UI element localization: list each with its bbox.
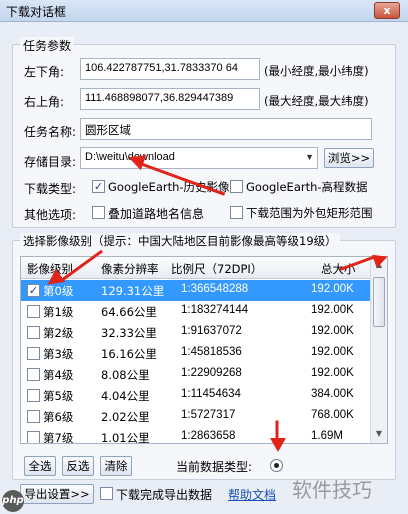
title-bar: 下载对话框 x (0, 0, 408, 22)
bottom-left-label: 左下角: (24, 65, 65, 79)
row-size: 192.00K (311, 346, 354, 358)
row-level: 第7级 (43, 431, 74, 444)
table-row[interactable]: 第6级 2.02公里 1:5727317 768.00K (21, 406, 371, 427)
row-size: 384.00K (311, 388, 354, 400)
row-size: 192.00K (311, 283, 354, 295)
row-resolution: 4.04公里 (101, 389, 150, 403)
storage-dir-label: 存储目录: (24, 155, 77, 169)
row-scale: 1:183274144 (181, 304, 249, 316)
storage-dir-combo[interactable]: D:\weitu\download ▼ (80, 147, 318, 169)
browse-button[interactable]: 浏览>> (324, 148, 374, 168)
scroll-down-icon[interactable]: ▼ (373, 429, 385, 441)
select-all-button[interactable]: 全选 (24, 456, 56, 476)
row-scale: 1:366548288 (181, 283, 249, 295)
top-right-label: 右上角: (24, 95, 65, 109)
bounding-rect-checkbox[interactable] (230, 206, 243, 219)
row-resolution: 8.08公里 (101, 368, 150, 382)
row-resolution: 129.31公里 (101, 284, 165, 298)
bounding-rect-label: 下载范围为外包矩形范围 (246, 206, 373, 220)
download-type-label: 下载类型: (24, 182, 77, 196)
levels-legend: 选择影像级别（提示：中国大陆地区目前影像最高等级19级） (20, 233, 340, 249)
export-settings-button[interactable]: 导出设置>> (20, 484, 94, 504)
row-checkbox[interactable] (27, 410, 40, 423)
row-checkbox[interactable] (27, 305, 40, 318)
overlay-roads-checkbox[interactable] (92, 206, 105, 219)
row-size: 192.00K (311, 367, 354, 379)
row-scale: 1:22909268 (181, 367, 242, 379)
table-row[interactable]: 第5级 4.04公里 1:11454634 384.00K (21, 385, 371, 406)
row-level: 第4级 (43, 368, 74, 382)
table-header: 影像级别 像素分辨率 比例尺（72DPI） 总大小 (21, 257, 371, 279)
row-level: 第3级 (43, 347, 74, 361)
row-level: 第2级 (43, 326, 74, 340)
elevation-checkbox[interactable] (230, 180, 243, 193)
data-type-radio[interactable] (270, 459, 283, 472)
col-resolution[interactable]: 像素分辨率 (101, 261, 159, 277)
levels-table[interactable]: 影像级别 像素分辨率 比例尺（72DPI） 总大小 ✓ 第0级 129.31公里… (20, 256, 388, 444)
clear-button[interactable]: 清除 (100, 456, 132, 476)
help-link[interactable]: 帮助文档 (228, 486, 276, 503)
row-checkbox[interactable] (27, 389, 40, 402)
row-scale: 1:2863658 (181, 430, 236, 442)
task-name-label: 任务名称: (24, 125, 77, 139)
row-scale: 1:11454634 (181, 388, 241, 400)
row-level: 第5级 (43, 389, 74, 403)
table-scrollbar[interactable]: ▲ ▼ (370, 257, 387, 443)
row-size: 192.00K (311, 304, 354, 316)
invert-selection-button[interactable]: 反选 (62, 456, 94, 476)
row-checkbox[interactable] (27, 368, 40, 381)
table-row[interactable]: 第4级 8.08公里 1:22909268 192.00K (21, 364, 371, 385)
row-resolution: 1.01公里 (101, 431, 150, 444)
row-size: 1.69M (311, 430, 343, 442)
row-checkbox[interactable]: ✓ (27, 284, 40, 297)
elevation-label: GoogleEarth-高程数据 (246, 180, 368, 194)
bottom-left-input[interactable]: 106.422787751,31.7833370 64 (80, 58, 260, 80)
export-after-checkbox[interactable] (100, 487, 113, 500)
row-scale: 1:5727317 (181, 409, 236, 421)
row-resolution: 64.66公里 (101, 305, 157, 319)
table-row[interactable]: 第7级 1.01公里 1:2863658 1.69M (21, 427, 371, 444)
task-params-legend: 任务参数 (20, 37, 75, 54)
scroll-thumb[interactable] (373, 277, 385, 327)
row-checkbox[interactable] (27, 326, 40, 339)
history-imagery-checkbox[interactable]: ✓ (92, 180, 105, 193)
table-row[interactable]: ✓ 第0级 129.31公里 1:366548288 192.00K (21, 280, 371, 301)
table-row[interactable]: 第2级 32.33公里 1:91637072 192.00K (21, 322, 371, 343)
data-type-label: 当前数据类型: (176, 460, 253, 474)
watermark-logo: php (2, 490, 24, 512)
row-checkbox[interactable] (27, 347, 40, 360)
row-level: 第6级 (43, 410, 74, 424)
export-after-label: 下载完成导出数据 (116, 488, 213, 502)
watermark-text: 软件技巧 (292, 478, 372, 502)
top-right-input[interactable]: 111.468898077,36.829447389 (80, 88, 260, 110)
bottom-left-hint: (最小经度,最小纬度) (264, 64, 369, 78)
row-resolution: 32.33公里 (101, 326, 157, 340)
window-title: 下载对话框 (6, 5, 67, 19)
row-resolution: 2.02公里 (101, 410, 150, 424)
col-scale[interactable]: 比例尺（72DPI） (171, 261, 262, 277)
top-right-hint: (最大经度,最大纬度) (264, 94, 369, 108)
close-button[interactable]: x (374, 2, 400, 19)
row-checkbox[interactable] (27, 431, 40, 443)
row-size: 192.00K (311, 325, 354, 337)
row-resolution: 16.16公里 (101, 347, 157, 361)
row-scale: 1:45818536 (181, 346, 242, 358)
overlay-roads-label: 叠加道路地名信息 (108, 207, 205, 221)
table-row[interactable]: 第1级 64.66公里 1:183274144 192.00K (21, 301, 371, 322)
row-size: 768.00K (311, 409, 354, 421)
row-level: 第1级 (43, 305, 74, 319)
table-row[interactable]: 第3级 16.16公里 1:45818536 192.00K (21, 343, 371, 364)
row-scale: 1:91637072 (181, 325, 242, 337)
chevron-down-icon[interactable]: ▼ (305, 152, 314, 162)
task-name-input[interactable]: 圆形区域 (80, 118, 372, 140)
annotation-arrowhead (270, 438, 286, 452)
other-options-label: 其他选项: (24, 208, 77, 222)
